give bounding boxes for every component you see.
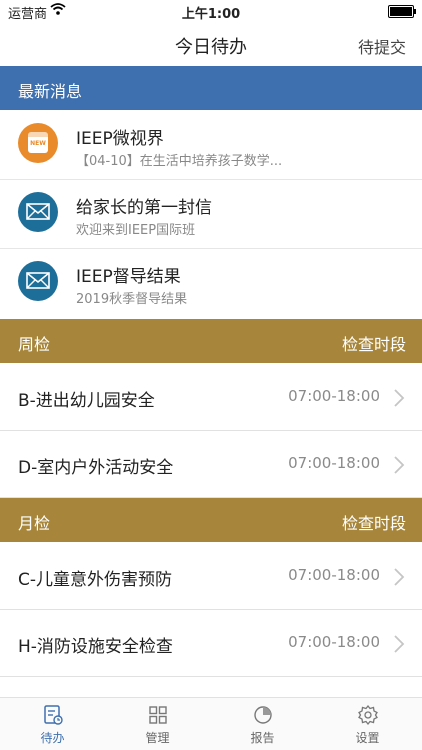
clock: 上午1:00 <box>181 7 241 22</box>
nav-bar: 今日待办 待提交 <box>0 22 422 66</box>
new-badge: NEW <box>30 140 46 147</box>
weekly-section-header: 周检 检查时段 <box>0 319 422 363</box>
chevron-right-icon <box>394 389 405 407</box>
check-time: 07:00-18:00 <box>288 387 380 405</box>
chevron-right-icon <box>394 568 405 586</box>
tab-todo[interactable]: 待办 <box>0 698 105 750</box>
monthly-section-header: 月检 检查时段 <box>0 498 422 542</box>
check-time: 07:00-18:00 <box>288 633 380 651</box>
mail-icon <box>18 192 58 232</box>
todo-icon <box>44 705 63 725</box>
check-row[interactable]: H-消防设施安全检查 07:00-18:00 <box>0 610 422 677</box>
tab-bar: 待办 管理 报告 设置 <box>0 697 422 750</box>
check-name: H-消防设施安全检查 <box>18 637 173 657</box>
monthly-period-label: 检查时段 <box>341 514 406 533</box>
tab-manage[interactable]: 管理 <box>105 698 210 750</box>
tab-label: 报告 <box>250 731 275 745</box>
monthly-header-label: 月检 <box>18 514 51 533</box>
news-section-header: 最新消息 <box>0 66 422 110</box>
news-item-subtitle: 【04-10】在生活中培养孩子数学... <box>76 154 283 169</box>
pending-submit-button[interactable]: 待提交 <box>358 34 406 58</box>
news-item-subtitle: 2019秋季督导结果 <box>76 292 188 307</box>
check-time: 07:00-18:00 <box>288 454 380 472</box>
gear-icon <box>358 704 378 726</box>
check-name: D-室内户外活动安全 <box>18 458 174 478</box>
tab-label: 设置 <box>355 731 380 745</box>
tab-label: 管理 <box>145 731 170 745</box>
check-name: B-进出幼儿园安全 <box>18 391 155 411</box>
news-item-subtitle: 欢迎来到IEEP国际班 <box>76 223 196 238</box>
news-item[interactable]: IEEP督导结果 2019秋季督导结果 <box>0 249 422 317</box>
tab-report[interactable]: 报告 <box>210 698 315 750</box>
grid-icon <box>149 706 167 724</box>
tab-label: 待办 <box>40 731 65 745</box>
weekly-header-label: 周检 <box>18 335 51 354</box>
news-item[interactable]: NEW IEEP微视界 【04-10】在生活中培养孩子数学... <box>0 111 422 180</box>
check-name: C-儿童意外伤害预防 <box>18 570 173 590</box>
chevron-right-icon <box>394 635 405 653</box>
pie-chart-icon <box>254 706 272 724</box>
calendar-new-icon: NEW <box>18 123 58 163</box>
check-row[interactable]: B-进出幼儿园安全 07:00-18:00 <box>0 364 422 431</box>
status-bar: 运营商 上午1:00 <box>0 0 422 22</box>
mail-icon <box>18 261 58 301</box>
check-row[interactable]: C-儿童意外伤害预防 07:00-18:00 <box>0 543 422 610</box>
weekly-period-label: 检查时段 <box>341 335 406 354</box>
tab-settings[interactable]: 设置 <box>315 698 420 750</box>
news-item-title: IEEP督导结果 <box>76 267 181 287</box>
check-row[interactable]: D-室内户外活动安全 07:00-18:00 <box>0 431 422 498</box>
news-item-title: 给家长的第一封信 <box>76 198 212 218</box>
news-item[interactable]: 给家长的第一封信 欢迎来到IEEP国际班 <box>0 180 422 249</box>
news-item-title: IEEP微视界 <box>76 129 164 149</box>
news-header-label: 最新消息 <box>18 82 83 101</box>
check-time: 07:00-18:00 <box>288 566 380 584</box>
chevron-right-icon <box>394 456 405 474</box>
battery-icon <box>388 5 416 18</box>
